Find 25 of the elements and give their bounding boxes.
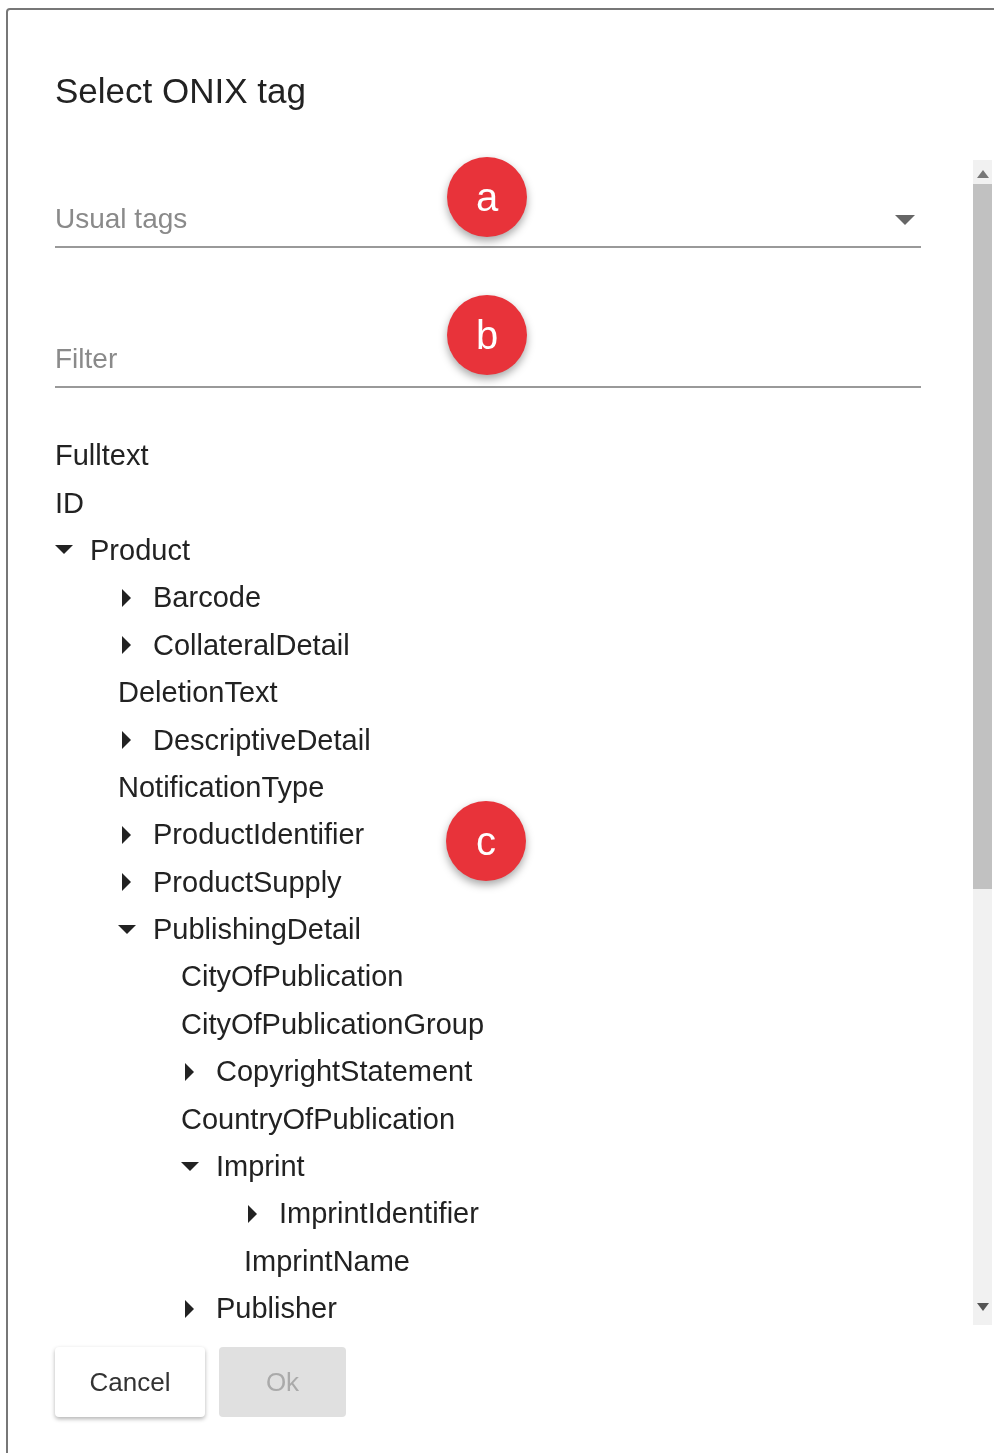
tree-item[interactable]: ProductIdentifier bbox=[153, 818, 365, 852]
tree-item[interactable]: CountryOfPublication bbox=[181, 1102, 456, 1136]
tree-item[interactable]: DeletionText bbox=[118, 676, 278, 710]
tree-item[interactable]: Barcode bbox=[153, 581, 261, 615]
tree-item[interactable]: ProductSupply bbox=[153, 865, 342, 899]
tree-item[interactable]: CopyrightStatement bbox=[216, 1055, 473, 1089]
scrollbar[interactable] bbox=[973, 160, 992, 1325]
dialog-title: Select ONIX tag bbox=[54, 70, 307, 112]
tree-item[interactable]: Publisher bbox=[216, 1292, 337, 1325]
tree-item[interactable]: CityOfPublication bbox=[181, 960, 404, 994]
tree-item[interactable]: CityOfPublicationGroup bbox=[181, 1007, 485, 1041]
tree-item[interactable]: ImprintName bbox=[244, 1244, 410, 1278]
caret-icon bbox=[895, 215, 915, 225]
scroll-up-icon[interactable] bbox=[976, 170, 989, 178]
tree-item[interactable]: ImprintIdentifier bbox=[279, 1197, 479, 1231]
cancel-button[interactable]: Cancel bbox=[55, 1347, 205, 1417]
tree-item[interactable]: ID bbox=[55, 486, 84, 520]
tree-item[interactable]: Imprint bbox=[216, 1150, 305, 1184]
tree-item[interactable]: PublishingDetail bbox=[153, 913, 361, 947]
scroll-down-icon[interactable] bbox=[976, 1303, 989, 1311]
tree-item[interactable]: DescriptiveDetail bbox=[153, 723, 371, 757]
tree-item[interactable]: NotificationType bbox=[118, 770, 325, 804]
tree-item[interactable]: Product bbox=[90, 533, 190, 567]
tree-item[interactable]: Fulltext bbox=[55, 439, 149, 473]
tree-item[interactable]: CollateralDetail bbox=[153, 628, 350, 662]
